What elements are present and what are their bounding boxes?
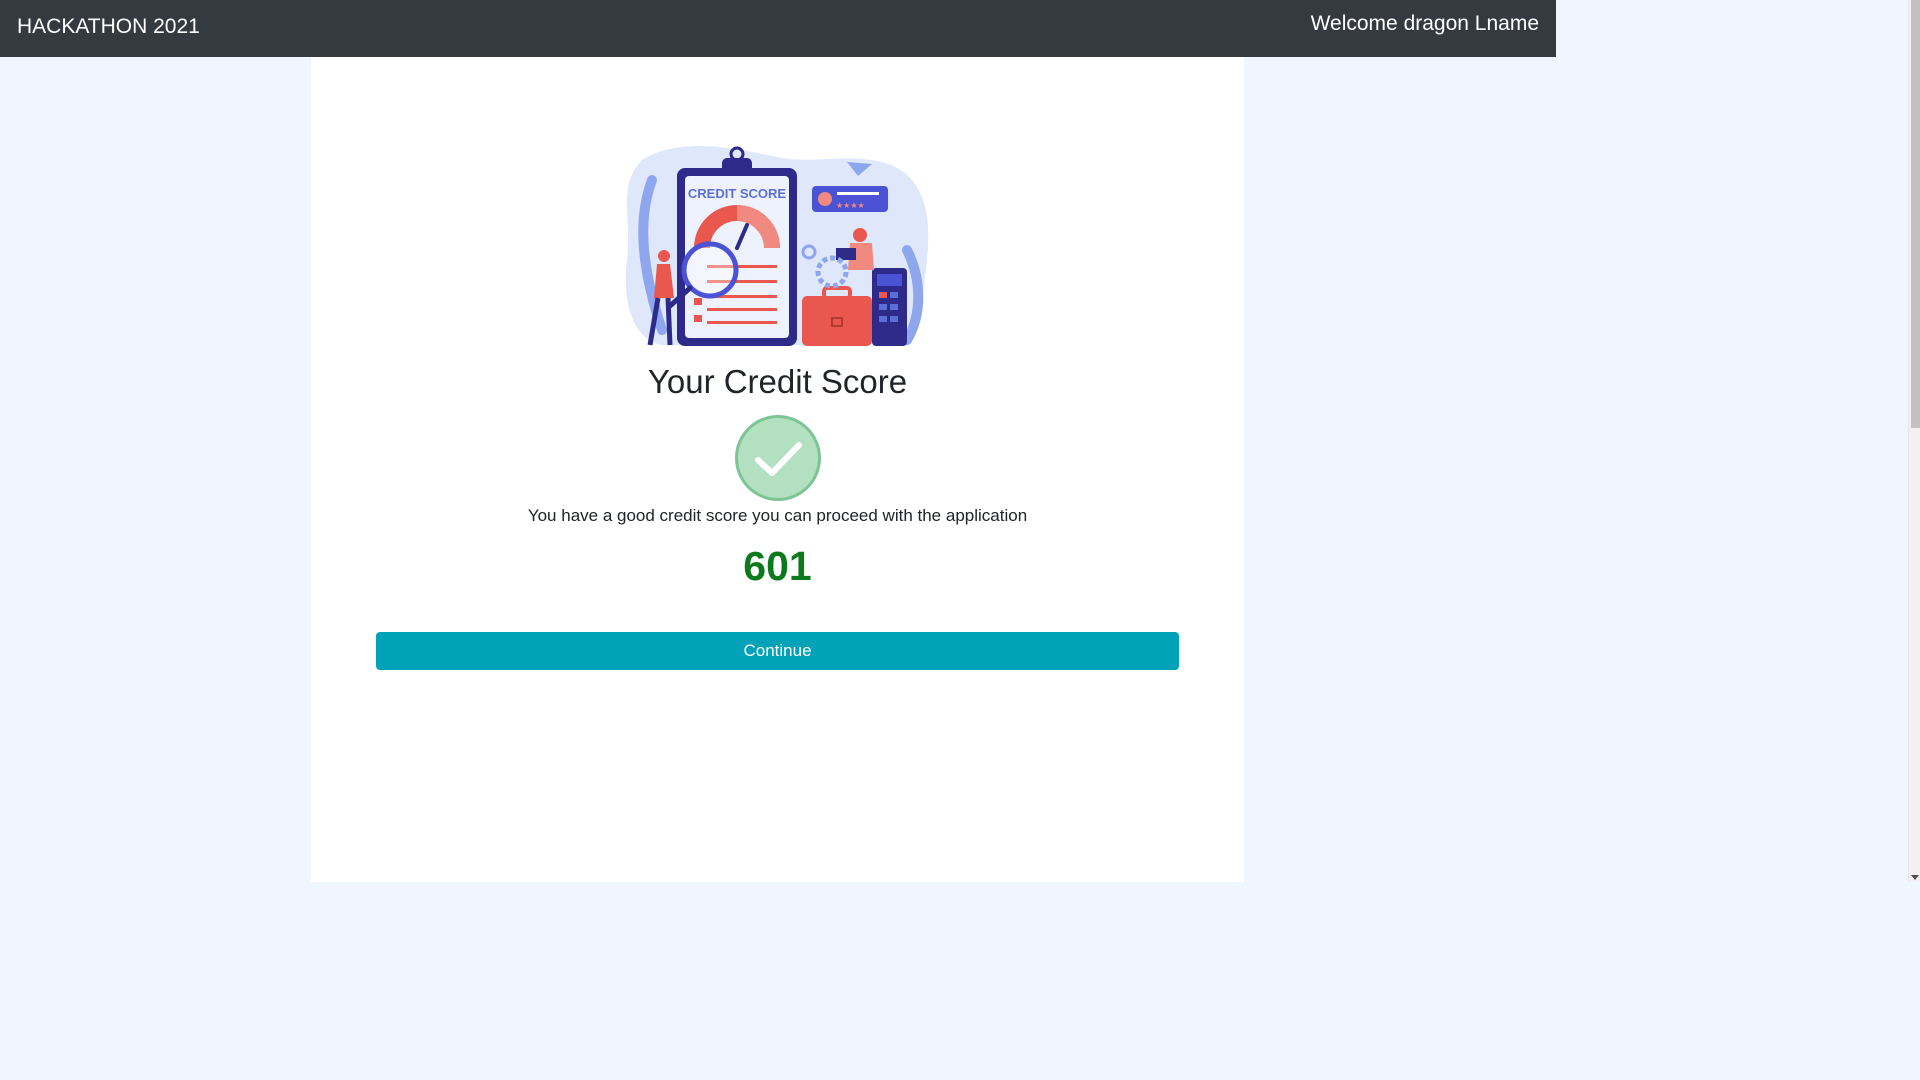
svg-text:★★★★: ★★★★ (836, 201, 865, 210)
welcome-user-text: Welcome dragon Lname (1310, 12, 1539, 35)
check-icon (755, 442, 802, 476)
top-navbar: HACKATHON 2021 Welcome dragon Lname (0, 0, 1556, 57)
continue-button[interactable]: Continue (376, 632, 1179, 670)
credit-score-illustration: CREDIT SCORE ★★★★ (625, 146, 929, 346)
success-status-badge (735, 415, 821, 501)
brand-title[interactable]: HACKATHON 2021 (17, 15, 200, 39)
page-title: Your Credit Score (647, 363, 908, 400)
clipboard-label: CREDIT SCORE (688, 186, 787, 201)
credit-score-message: You have a good credit score you can pro… (527, 506, 1028, 525)
credit-score-panel: CREDIT SCORE ★★★★ Your Credit Score You … (311, 57, 1244, 882)
scrollbar-thumb[interactable] (1911, 0, 1920, 428)
scroll-down-arrow-icon[interactable] (1911, 875, 1919, 880)
credit-score-value: 601 (743, 543, 812, 589)
vertical-scrollbar[interactable] (1908, 0, 1920, 882)
